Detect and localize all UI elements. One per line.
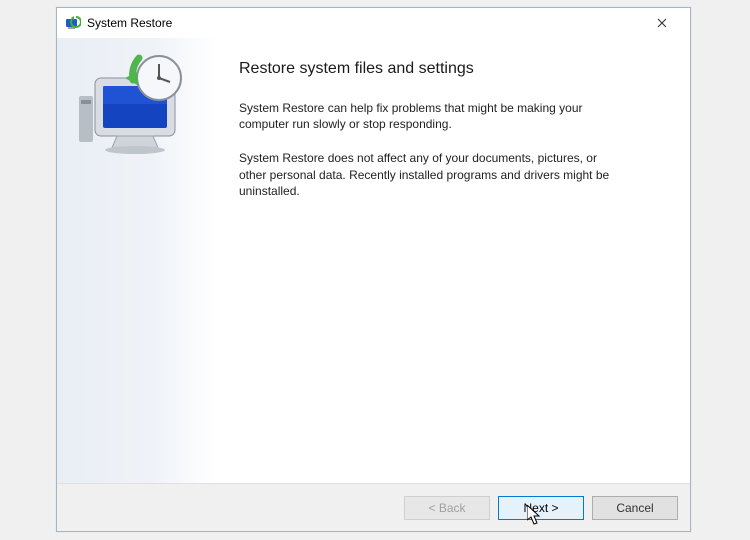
main-content: Restore system files and settings System… — [217, 38, 690, 483]
cancel-button[interactable]: Cancel — [592, 496, 678, 520]
intro-paragraph-2: System Restore does not affect any of yo… — [239, 150, 619, 199]
next-button[interactable]: Next > — [498, 496, 584, 520]
titlebar: System Restore — [57, 8, 690, 38]
wizard-footer: < Back Next > Cancel — [57, 483, 690, 531]
page-heading: Restore system files and settings — [239, 60, 664, 78]
system-restore-icon — [65, 15, 81, 31]
close-button[interactable] — [640, 9, 684, 37]
back-button: < Back — [404, 496, 490, 520]
window-title: System Restore — [87, 16, 172, 30]
restore-illustration — [77, 50, 197, 160]
client-area: Restore system files and settings System… — [57, 38, 690, 483]
system-restore-window: System Restore — [56, 7, 691, 532]
intro-paragraph-1: System Restore can help fix problems tha… — [239, 100, 619, 132]
sidebar — [57, 38, 217, 483]
